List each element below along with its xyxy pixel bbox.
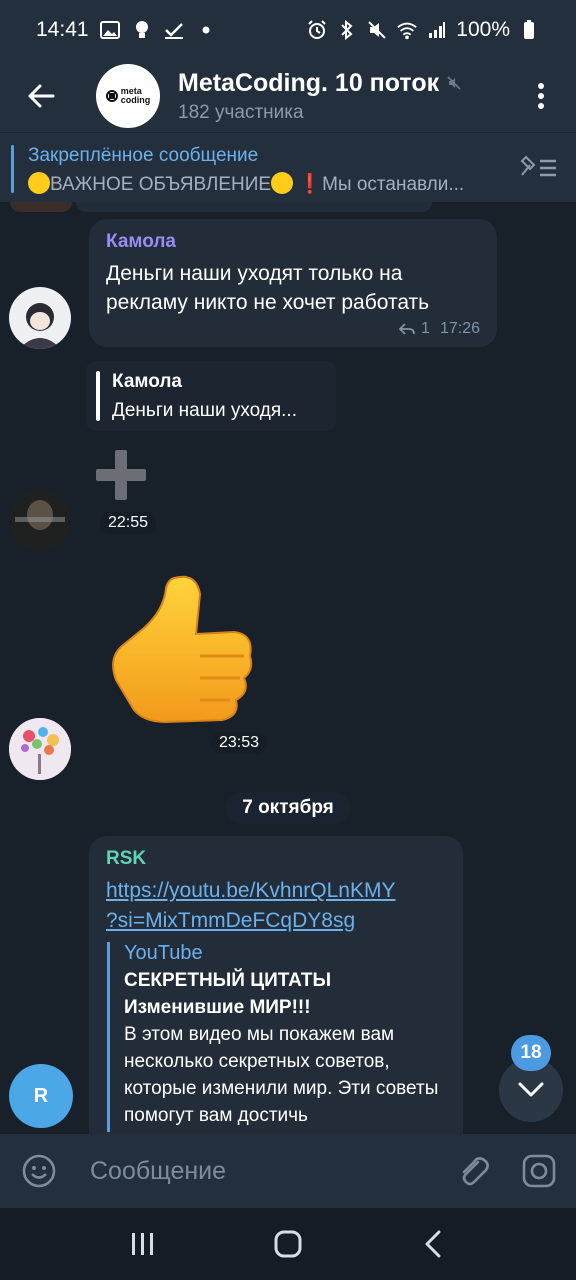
back-button[interactable]	[0, 60, 82, 132]
status-bar-left: 14:41	[36, 18, 217, 42]
preview-description: В этом видео мы покажем вам несколько се…	[124, 1024, 439, 1126]
pinned-list-button[interactable]	[518, 153, 558, 183]
system-nav-bar	[0, 1208, 576, 1280]
battery-percent: 100%	[456, 18, 510, 41]
bluetooth-icon	[336, 19, 358, 41]
chat-subtitle: 182 участника	[178, 101, 304, 123]
bulb-icon	[131, 19, 153, 41]
preview-title: СЕКРЕТНЫЙ ЦИТАТЫ Изменившие МИР!!!	[124, 970, 332, 1018]
wifi-icon	[396, 19, 418, 41]
message-composer: Сообщение	[0, 1134, 576, 1208]
user-avatar-kamola[interactable]	[9, 287, 71, 349]
status-bar: 14:41 100%	[0, 0, 576, 60]
link-line-1[interactable]: https://youtu.be/KvhnrQLnKMY	[106, 876, 456, 906]
reply-count[interactable]: 1	[421, 320, 430, 338]
message-text: Деньги наши уходят только на рекламу ник…	[106, 262, 430, 314]
pin-list-icon	[520, 155, 556, 177]
message-time: 17:26	[439, 320, 480, 337]
emoji-icon	[22, 1154, 56, 1188]
arrow-left-icon	[28, 84, 55, 108]
message-bubble-partial[interactable]	[76, 202, 432, 212]
mute-icon	[366, 19, 388, 41]
link-line-2[interactable]: ?si=MixTmmDeFCqDY8sg	[106, 906, 456, 936]
unread-count-badge: 18	[511, 1035, 551, 1071]
system-back-button[interactable]	[403, 1214, 463, 1274]
thumbs-up-icon	[112, 575, 253, 724]
user-avatar[interactable]	[9, 718, 71, 780]
message-input[interactable]: Сообщение	[90, 1157, 440, 1186]
chevron-left-icon	[425, 1230, 441, 1258]
metacoding-logo: meta coding	[105, 87, 151, 105]
plus-icon	[96, 450, 146, 500]
status-bar-right: 100%	[306, 18, 540, 42]
avatar-letter: R	[33, 1084, 49, 1107]
user-avatar[interactable]	[9, 489, 71, 551]
recents-icon	[131, 1233, 153, 1255]
yellow-circle-icon	[271, 172, 294, 194]
date-separator: 7 октября	[226, 792, 350, 824]
message-link[interactable]: https://youtu.be/KvhnrQLnKMY ?si=MixTmmD…	[106, 876, 456, 936]
battery-icon	[518, 19, 540, 41]
pinned-text: ВАЖНОЕ ОБЪЯВЛЕНИЕ ❗Мы останавли...	[28, 172, 512, 196]
camera-icon	[522, 1154, 556, 1188]
check-icon	[163, 19, 185, 41]
chat-avatar[interactable]: meta coding	[96, 64, 160, 128]
home-button[interactable]	[258, 1214, 318, 1274]
pinned-indicator	[11, 145, 14, 193]
more-menu-button[interactable]	[506, 60, 576, 132]
pinned-text-a: ВАЖНОЕ ОБЪЯВЛЕНИЕ	[50, 174, 272, 195]
logo-line-2: coding	[120, 95, 151, 105]
message-time: 23:53	[211, 732, 268, 754]
quote-sender: Камола	[112, 371, 182, 392]
signal-icon	[426, 19, 448, 41]
muted-icon	[447, 76, 461, 90]
message-time: 22:55	[100, 512, 157, 534]
chat-title: MetaCoding. 10 поток	[178, 68, 440, 97]
status-time: 14:41	[36, 18, 89, 41]
user-avatar-rsk[interactable]: R	[9, 1064, 73, 1128]
thumbs-up-sticker[interactable]	[104, 570, 260, 730]
home-icon	[274, 1230, 302, 1258]
camera-button[interactable]	[506, 1134, 572, 1208]
reply-icon	[399, 323, 415, 335]
more-vertical-icon	[538, 83, 544, 109]
chat-info[interactable]: MetaCoding. 10 поток 182 участника	[178, 69, 461, 124]
chevron-down-icon	[518, 1082, 544, 1097]
paperclip-icon	[462, 1157, 489, 1186]
sender-name: Камола	[106, 231, 176, 252]
plus-sticker[interactable]	[94, 448, 148, 502]
recent-apps-button[interactable]	[113, 1214, 173, 1274]
message-meta: 1 17:26	[399, 320, 480, 338]
pinned-message-bar[interactable]: Закреплённое сообщение ВАЖНОЕ ОБЪЯВЛЕНИЕ…	[0, 132, 576, 202]
attach-button[interactable]	[440, 1134, 506, 1208]
reply-quote[interactable]: Камола Деньги наши уходя...	[86, 361, 336, 431]
sender-name: RSK	[106, 848, 147, 869]
preview-site: YouTube	[124, 942, 203, 964]
yellow-circle-icon	[28, 172, 50, 194]
exclamation-icon: ❗	[298, 174, 323, 195]
user-avatar-partial[interactable]	[10, 202, 72, 212]
chat-header: meta coding MetaCoding. 10 поток 182 уча…	[0, 60, 576, 132]
quote-bar	[96, 371, 100, 421]
alarm-icon	[306, 19, 328, 41]
message-bubble[interactable]: RSK https://youtu.be/KvhnrQLnKMY ?si=Mix…	[89, 836, 463, 1136]
gallery-icon	[99, 19, 121, 41]
link-preview[interactable]: YouTube СЕКРЕТНЫЙ ЦИТАТЫ Изменившие МИР!…	[107, 942, 447, 1132]
message-bubble[interactable]: Камола Деньги наши уходят только на рекл…	[89, 219, 497, 347]
quote-text: Деньги наши уходя...	[112, 400, 297, 421]
dot-icon	[195, 19, 217, 41]
pinned-title: Закреплённое сообщение	[28, 145, 259, 166]
emoji-button[interactable]	[6, 1134, 72, 1208]
chat-title-row: MetaCoding. 10 поток	[178, 69, 461, 98]
pinned-text-b: Мы останавли...	[322, 174, 465, 195]
